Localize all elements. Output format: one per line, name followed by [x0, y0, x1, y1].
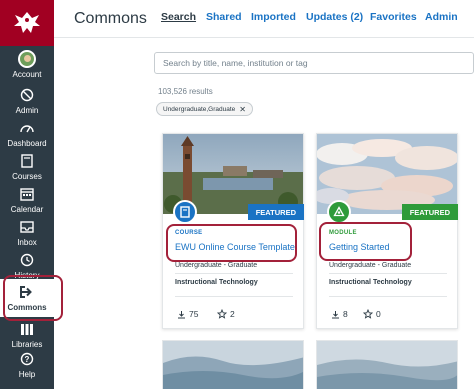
resource-card-partial[interactable] — [316, 340, 458, 389]
card-divider — [175, 296, 293, 297]
card-thumbnail — [317, 341, 457, 389]
download-icon — [178, 310, 185, 318]
nav-account[interactable]: Account — [0, 50, 54, 79]
nav-courses-label: Courses — [12, 172, 42, 181]
nav-admin[interactable]: Admin — [0, 86, 54, 115]
nav-help-label: Help — [18, 370, 36, 379]
card-divider — [329, 273, 447, 274]
shield-icon — [18, 86, 36, 104]
card-divider — [175, 273, 293, 274]
resource-level: Undergraduate - Graduate — [329, 262, 412, 269]
resource-card-partial[interactable] — [162, 340, 304, 389]
nav-calendar-label: Calendar — [10, 205, 44, 214]
nav-calendar[interactable]: Calendar — [0, 185, 54, 214]
favorite-count: 2 — [217, 309, 235, 319]
results-count: 103,526 results — [158, 87, 213, 96]
featured-badge: FEATURED — [401, 204, 458, 220]
download-icon — [332, 310, 339, 318]
favorite-count-value: 0 — [376, 309, 381, 319]
help-icon: ? — [18, 350, 36, 368]
module-icon — [327, 200, 351, 224]
tab-imported[interactable]: Imported — [251, 11, 296, 23]
download-count: 8 — [331, 309, 348, 319]
eagle-logo[interactable] — [0, 0, 54, 46]
course-title-highlight — [166, 224, 297, 262]
tab-favorites[interactable]: Favorites — [370, 11, 417, 23]
dashboard-icon — [18, 119, 36, 137]
nav-libraries[interactable]: Libraries — [0, 320, 54, 349]
course-icon — [173, 200, 197, 224]
filter-chip[interactable]: Undergraduate,Graduate ✕ — [156, 102, 253, 116]
nav-dashboard-label: Dashboard — [7, 139, 47, 148]
commons-app: Account Admin Dashboard Courses Calendar — [0, 0, 474, 389]
clock-icon — [18, 251, 36, 269]
resource-level: Undergraduate - Graduate — [175, 262, 258, 269]
avatar — [18, 50, 36, 68]
filter-chip-label: Undergraduate,Graduate — [163, 105, 236, 113]
resource-org: Instructional Technology — [329, 279, 412, 286]
nav-admin-label: Admin — [15, 106, 39, 115]
resource-org: Instructional Technology — [175, 279, 258, 286]
tab-admin[interactable]: Admin — [425, 11, 458, 23]
download-count-value: 75 — [189, 309, 199, 319]
global-nav: Account Admin Dashboard Courses Calendar — [0, 0, 54, 389]
library-icon — [18, 320, 36, 338]
tab-shared[interactable]: Shared — [206, 11, 242, 23]
featured-badge: FEATURED — [247, 204, 304, 220]
nav-account-label: Account — [12, 70, 42, 79]
module-title-highlight — [319, 222, 412, 261]
nav-libraries-label: Libraries — [11, 340, 43, 349]
book-icon — [18, 152, 36, 170]
favorite-count: 0 — [363, 309, 381, 319]
nav-dashboard[interactable]: Dashboard — [0, 119, 54, 148]
tab-search[interactable]: Search — [161, 11, 196, 23]
commons-highlight — [3, 275, 63, 321]
star-icon — [217, 309, 227, 319]
tab-updates[interactable]: Updates (2) — [306, 11, 363, 23]
close-icon[interactable]: ✕ — [239, 105, 246, 114]
eagle-logo-icon — [14, 12, 40, 33]
nav-courses[interactable]: Courses — [0, 152, 54, 181]
card-thumbnail — [163, 341, 303, 389]
nav-inbox-label: Inbox — [17, 238, 37, 247]
inbox-icon — [18, 218, 36, 236]
download-count-value: 8 — [343, 309, 348, 319]
nav-help[interactable]: ? Help — [0, 350, 54, 379]
favorite-count-value: 2 — [230, 309, 235, 319]
svg-text:?: ? — [25, 355, 30, 364]
card-divider — [329, 296, 447, 297]
star-icon — [363, 309, 373, 319]
download-count: 75 — [177, 309, 198, 319]
search-box — [154, 52, 474, 74]
search-input[interactable] — [155, 53, 473, 73]
calendar-icon — [18, 185, 36, 203]
page-title: Commons — [74, 10, 147, 27]
header-divider — [54, 37, 474, 38]
nav-inbox[interactable]: Inbox — [0, 218, 54, 247]
